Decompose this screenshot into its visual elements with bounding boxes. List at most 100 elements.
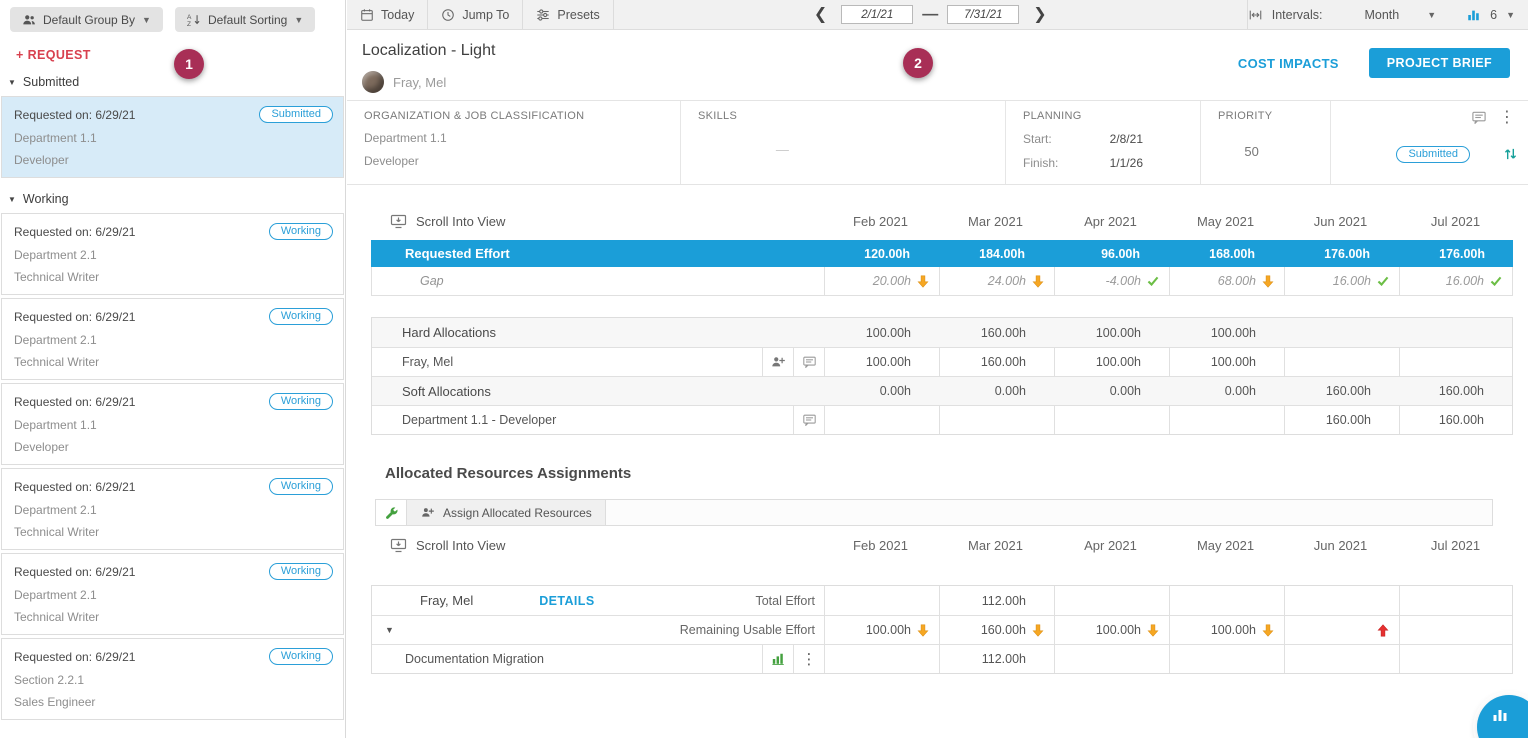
request-card[interactable]: Requested on: 6/29/21WorkingDepartment 2…: [1, 553, 344, 635]
scroll-into-view-button[interactable]: Scroll Into View: [371, 538, 505, 553]
tools-button[interactable]: [376, 500, 407, 525]
person-add-icon[interactable]: [762, 348, 793, 376]
group-by-dropdown[interactable]: Default Group By ▼: [10, 7, 163, 32]
gap-label: Gap: [372, 267, 824, 295]
request-card[interactable]: Requested on: 6/29/21SubmittedDepartment…: [1, 96, 344, 178]
icon-slot: [1256, 645, 1279, 673]
task-name[interactable]: Documentation Migration: [405, 652, 762, 666]
column-count-dropdown[interactable]: 6 ▼: [1453, 8, 1528, 22]
date-to-input[interactable]: [947, 5, 1019, 24]
comment-icon[interactable]: [1471, 110, 1487, 125]
request-list: ▼SubmittedRequested on: 6/29/21Submitted…: [0, 64, 345, 720]
assign-allocated-resources-button[interactable]: Assign Allocated Resources: [407, 500, 606, 525]
grid-cell[interactable]: [824, 406, 939, 434]
request-sidebar: Default Group By ▼ AZ Default Sorting ▼ …: [0, 0, 346, 738]
icon-slot: [1141, 318, 1164, 347]
grid-cell[interactable]: 176.00h: [1398, 240, 1513, 267]
section-header-submitted[interactable]: ▼Submitted: [0, 64, 345, 96]
presets-label: Presets: [557, 8, 599, 22]
main-panel: Today Jump To Presets ❮ —: [347, 0, 1528, 738]
request-card[interactable]: Requested on: 6/29/21WorkingDepartment 1…: [1, 383, 344, 465]
status-badge: Submitted: [1396, 146, 1470, 163]
cell-value: 96.00h: [1101, 247, 1140, 261]
date-range-controls: ❮ — ❯: [614, 0, 1247, 29]
today-button[interactable]: Today: [347, 0, 427, 29]
jump-to-button[interactable]: Jump To: [428, 0, 522, 29]
card-date: Requested on: 6/29/21: [14, 480, 135, 494]
cell-value: 176.00h: [1439, 247, 1485, 261]
details-link[interactable]: DETAILS: [539, 594, 594, 608]
comment-icon[interactable]: [793, 348, 824, 376]
grid-cell: [824, 586, 939, 615]
grid-cell[interactable]: [1054, 406, 1169, 434]
grid-cell[interactable]: 168.00h: [1168, 240, 1283, 267]
grid-cell[interactable]: 96.00h: [1053, 240, 1168, 267]
swap-arrows-icon[interactable]: [1503, 146, 1518, 162]
assigned-resource-name: Fray, Mel: [420, 593, 473, 608]
timeline-toolbar: Today Jump To Presets ❮ —: [347, 0, 1528, 30]
grid-cell[interactable]: 160.00h: [939, 348, 1054, 376]
month-header: Jun 2021: [1283, 202, 1398, 240]
request-info-bar: ORGANIZATION & JOB CLASSIFICATION Depart…: [347, 100, 1528, 185]
card-date: Requested on: 6/29/21: [14, 108, 135, 122]
grid-cell[interactable]: 100.00h: [1169, 348, 1284, 376]
section-header-working[interactable]: ▼Working: [0, 181, 345, 213]
request-card[interactable]: Requested on: 6/29/21WorkingSection 2.2.…: [1, 638, 344, 720]
grid-cell[interactable]: 160.00h: [1284, 406, 1399, 434]
annotation-marker-2: 2: [903, 48, 933, 78]
date-range-separator: —: [922, 6, 938, 24]
scroll-into-view-label: Scroll Into View: [416, 214, 505, 229]
grid-cell: [1054, 586, 1169, 615]
grid-cell[interactable]: [1284, 348, 1399, 376]
project-brief-button[interactable]: PROJECT BRIEF: [1369, 48, 1510, 78]
presets-button[interactable]: Presets: [523, 0, 612, 29]
chevron-right-icon[interactable]: ❯: [1028, 7, 1051, 23]
interval-dropdown[interactable]: Month ▼: [1364, 8, 1452, 22]
icon-slot: [1484, 586, 1507, 615]
sorting-dropdown[interactable]: AZ Default Sorting ▼: [175, 7, 315, 32]
grid-cell[interactable]: [1169, 406, 1284, 434]
grid-cell[interactable]: 100.00h: [824, 348, 939, 376]
grid-cell[interactable]: 120.00h: [823, 240, 938, 267]
icon-slot: [1026, 377, 1049, 405]
grid-cell[interactable]: [824, 645, 939, 673]
icon-slot: [1025, 240, 1048, 267]
grid-cell[interactable]: 112.00h: [939, 645, 1054, 673]
grid-cell[interactable]: 100.00h: [1054, 348, 1169, 376]
remaining-effort-label: Remaining Usable Effort: [680, 623, 824, 637]
date-from-input[interactable]: [841, 5, 913, 24]
scroll-into-view-button[interactable]: Scroll Into View: [371, 214, 505, 229]
grid-cell: 100.00h: [824, 616, 939, 644]
green-chart-icon[interactable]: [762, 645, 793, 673]
expand-caret-icon[interactable]: ▼: [385, 625, 394, 635]
scroll-into-view-label: Scroll Into View: [416, 538, 505, 553]
grid-cell[interactable]: [1399, 645, 1512, 673]
cell-value: 168.00h: [1209, 247, 1255, 261]
scroll-into-view-icon: [390, 538, 407, 553]
card-department: Department 1.1: [14, 418, 333, 432]
cell-value: 120.00h: [864, 247, 910, 261]
request-card[interactable]: Requested on: 6/29/21WorkingDepartment 2…: [1, 213, 344, 295]
grid-cell[interactable]: [1399, 348, 1512, 376]
total-effort-row: Fray, Mel DETAILS Total Effort 112.00h: [372, 586, 1512, 615]
org-role: Developer: [364, 154, 680, 168]
grid-cell[interactable]: [1284, 645, 1399, 673]
icon-slot: [1484, 616, 1507, 644]
grid-cell[interactable]: [1169, 645, 1284, 673]
icon-slot: [911, 406, 934, 434]
cost-impacts-link[interactable]: COST IMPACTS: [1238, 56, 1339, 71]
grid-cell[interactable]: [1054, 645, 1169, 673]
icon-slot: [1026, 348, 1049, 376]
grid-cell[interactable]: 176.00h: [1283, 240, 1398, 267]
grid-cell[interactable]: 160.00h: [1399, 406, 1512, 434]
request-card[interactable]: Requested on: 6/29/21WorkingDepartment 2…: [1, 298, 344, 380]
kebab-icon[interactable]: ⋮: [1499, 107, 1515, 127]
intervals-label: Intervals:: [1272, 8, 1323, 22]
grid-cell[interactable]: [939, 406, 1054, 434]
chevron-left-icon[interactable]: ❮: [809, 7, 832, 23]
kebab-icon[interactable]: ⋮: [793, 645, 824, 673]
comment-icon[interactable]: [793, 406, 824, 434]
new-request-link[interactable]: + REQUEST: [16, 48, 91, 62]
request-card[interactable]: Requested on: 6/29/21WorkingDepartment 2…: [1, 468, 344, 550]
grid-cell[interactable]: 184.00h: [938, 240, 1053, 267]
